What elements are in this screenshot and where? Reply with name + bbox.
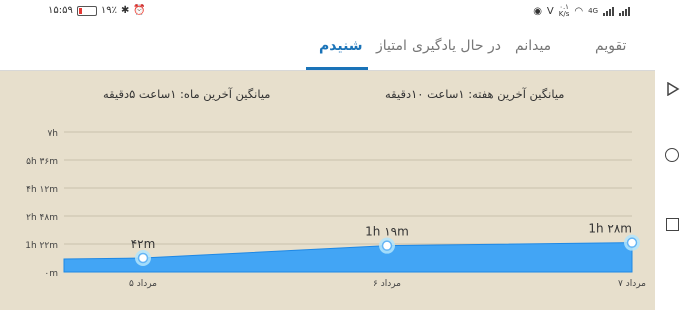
triangle-back-icon[interactable] [666, 82, 680, 96]
x-tick-label: ۷ مرداد [618, 279, 646, 289]
y-tick-label: ۷h [47, 129, 58, 139]
x-tick-label: ۶ مرداد [373, 279, 401, 289]
data-point [626, 237, 638, 248]
listening-chart: ۰m 1h ۲۲m ۲h ۴۸m ۴h ۱۲m ۵h ۳۶m ۷h ۴۲m ۵ مرداد 1h… [25, 129, 646, 289]
data-label: 1h ۱۹m [365, 225, 409, 239]
data-point [137, 252, 149, 264]
data-point [381, 240, 393, 251]
y-tick-label: 1h ۲۲m [25, 241, 58, 251]
data-label: ۴۲m [131, 237, 156, 251]
square-recent-icon[interactable] [666, 218, 679, 231]
y-tick-label: ۰m [44, 269, 58, 279]
circle-home-icon[interactable] [665, 148, 679, 162]
y-tick-label: ۲h ۴۸m [26, 213, 58, 223]
y-tick-label: ۴h ۱۲m [26, 185, 58, 195]
x-tick-label: ۵ مرداد [129, 279, 157, 289]
data-label: 1h ۲۸m [588, 222, 632, 236]
y-tick-label: ۵h ۳۶m [26, 157, 58, 167]
